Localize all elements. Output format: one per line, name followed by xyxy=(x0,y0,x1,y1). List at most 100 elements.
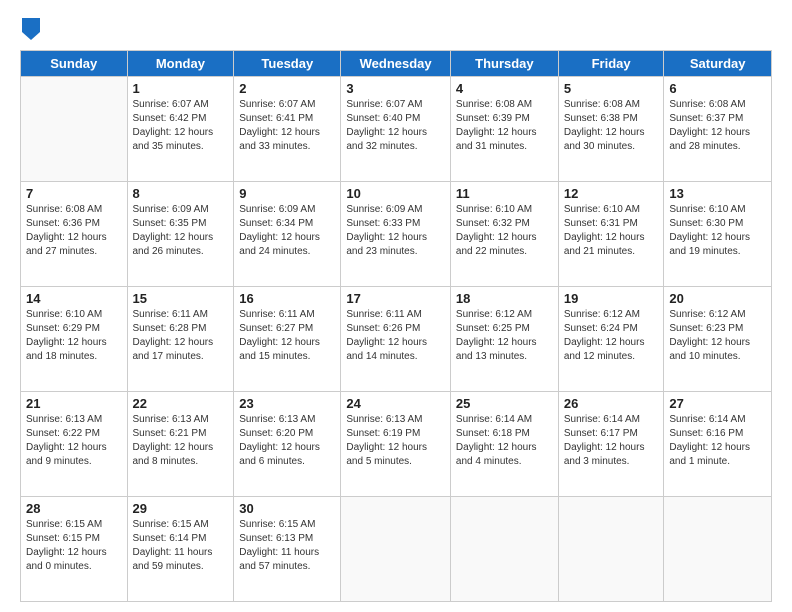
day-number: 18 xyxy=(456,291,553,306)
day-cell: 6 Sunrise: 6:08 AM Sunset: 6:37 PM Daylig… xyxy=(664,77,772,182)
day-info: Sunrise: 6:11 AM Sunset: 6:28 PM Dayligh… xyxy=(133,308,229,364)
day-info: Sunrise: 6:10 AM Sunset: 6:30 PM Dayligh… xyxy=(669,203,766,259)
day-cell: 28 Sunrise: 6:15 AM Sunset: 6:15 PM Dayli… xyxy=(21,497,128,602)
day-number: 10 xyxy=(346,186,445,201)
day-info: Sunrise: 6:08 AM Sunset: 6:36 PM Dayligh… xyxy=(26,203,122,259)
day-cell: 9Sunrise: 6:09 AM Sunset: 6:34 PM Daylig… xyxy=(234,182,341,287)
day-cell: 10 Sunrise: 6:09 AM Sunset: 6:33 PM Dayli… xyxy=(341,182,451,287)
day-info: Sunrise: 6:13 AM Sunset: 6:20 PM Dayligh… xyxy=(239,413,335,469)
day-cell xyxy=(664,497,772,602)
day-number: 1 xyxy=(133,81,229,96)
week-row-1: 1 Sunrise: 6:07 AM Sunset: 6:42 PM Daylig… xyxy=(21,77,772,182)
day-number: 14 xyxy=(26,291,122,306)
week-row-2: 7Sunrise: 6:08 AM Sunset: 6:36 PM Daylig… xyxy=(21,182,772,287)
weekday-header-monday: Monday xyxy=(127,51,234,77)
week-row-3: 14Sunrise: 6:10 AM Sunset: 6:29 PM Dayli… xyxy=(21,287,772,392)
day-number: 27 xyxy=(669,396,766,411)
day-number: 30 xyxy=(239,501,335,516)
logo xyxy=(20,18,40,40)
day-number: 28 xyxy=(26,501,122,516)
day-info: Sunrise: 6:10 AM Sunset: 6:31 PM Dayligh… xyxy=(564,203,659,259)
day-info: Sunrise: 6:13 AM Sunset: 6:19 PM Dayligh… xyxy=(346,413,445,469)
day-cell: 3Sunrise: 6:07 AM Sunset: 6:40 PM Daylig… xyxy=(341,77,451,182)
day-info: Sunrise: 6:13 AM Sunset: 6:22 PM Dayligh… xyxy=(26,413,122,469)
header xyxy=(20,18,772,40)
day-info: Sunrise: 6:08 AM Sunset: 6:37 PM Dayligh… xyxy=(669,98,766,154)
day-number: 8 xyxy=(133,186,229,201)
day-cell: 21 Sunrise: 6:13 AM Sunset: 6:22 PM Dayli… xyxy=(21,392,128,497)
day-cell: 13 Sunrise: 6:10 AM Sunset: 6:30 PM Dayli… xyxy=(664,182,772,287)
day-number: 2 xyxy=(239,81,335,96)
day-info: Sunrise: 6:14 AM Sunset: 6:17 PM Dayligh… xyxy=(564,413,659,469)
day-cell xyxy=(21,77,128,182)
day-cell: 27 Sunrise: 6:14 AM Sunset: 6:16 PM Dayli… xyxy=(664,392,772,497)
week-row-5: 28 Sunrise: 6:15 AM Sunset: 6:15 PM Dayli… xyxy=(21,497,772,602)
day-number: 4 xyxy=(456,81,553,96)
day-number: 5 xyxy=(564,81,659,96)
day-cell: 30 Sunrise: 6:15 AM Sunset: 6:13 PM Dayli… xyxy=(234,497,341,602)
page: SundayMondayTuesdayWednesdayThursdayFrid… xyxy=(0,0,792,612)
day-info: Sunrise: 6:11 AM Sunset: 6:27 PM Dayligh… xyxy=(239,308,335,364)
day-cell: 16 Sunrise: 6:11 AM Sunset: 6:27 PM Dayli… xyxy=(234,287,341,392)
day-info: Sunrise: 6:07 AM Sunset: 6:40 PM Dayligh… xyxy=(346,98,445,154)
logo-icon xyxy=(22,18,40,40)
day-info: Sunrise: 6:14 AM Sunset: 6:16 PM Dayligh… xyxy=(669,413,766,469)
day-number: 23 xyxy=(239,396,335,411)
day-info: Sunrise: 6:15 AM Sunset: 6:14 PM Dayligh… xyxy=(133,518,229,574)
day-cell: 19 Sunrise: 6:12 AM Sunset: 6:24 PM Dayli… xyxy=(558,287,664,392)
day-cell: 5 Sunrise: 6:08 AM Sunset: 6:38 PM Daylig… xyxy=(558,77,664,182)
day-cell: 15 Sunrise: 6:11 AM Sunset: 6:28 PM Dayli… xyxy=(127,287,234,392)
day-number: 11 xyxy=(456,186,553,201)
day-info: Sunrise: 6:15 AM Sunset: 6:15 PM Dayligh… xyxy=(26,518,122,574)
day-cell: 22Sunrise: 6:13 AM Sunset: 6:21 PM Dayli… xyxy=(127,392,234,497)
day-number: 21 xyxy=(26,396,122,411)
day-info: Sunrise: 6:10 AM Sunset: 6:32 PM Dayligh… xyxy=(456,203,553,259)
day-number: 25 xyxy=(456,396,553,411)
day-info: Sunrise: 6:08 AM Sunset: 6:38 PM Dayligh… xyxy=(564,98,659,154)
day-info: Sunrise: 6:09 AM Sunset: 6:34 PM Dayligh… xyxy=(239,203,335,259)
day-cell: 8 Sunrise: 6:09 AM Sunset: 6:35 PM Daylig… xyxy=(127,182,234,287)
day-cell: 7Sunrise: 6:08 AM Sunset: 6:36 PM Daylig… xyxy=(21,182,128,287)
day-number: 13 xyxy=(669,186,766,201)
day-info: Sunrise: 6:14 AM Sunset: 6:18 PM Dayligh… xyxy=(456,413,553,469)
day-info: Sunrise: 6:08 AM Sunset: 6:39 PM Dayligh… xyxy=(456,98,553,154)
day-number: 6 xyxy=(669,81,766,96)
day-cell: 24 Sunrise: 6:13 AM Sunset: 6:19 PM Dayli… xyxy=(341,392,451,497)
day-cell: 23 Sunrise: 6:13 AM Sunset: 6:20 PM Dayli… xyxy=(234,392,341,497)
day-number: 29 xyxy=(133,501,229,516)
day-cell: 14Sunrise: 6:10 AM Sunset: 6:29 PM Dayli… xyxy=(21,287,128,392)
weekday-header-wednesday: Wednesday xyxy=(341,51,451,77)
day-info: Sunrise: 6:11 AM Sunset: 6:26 PM Dayligh… xyxy=(346,308,445,364)
day-info: Sunrise: 6:07 AM Sunset: 6:41 PM Dayligh… xyxy=(239,98,335,154)
calendar-table: SundayMondayTuesdayWednesdayThursdayFrid… xyxy=(20,50,772,602)
day-cell: 25 Sunrise: 6:14 AM Sunset: 6:18 PM Dayli… xyxy=(450,392,558,497)
day-info: Sunrise: 6:09 AM Sunset: 6:33 PM Dayligh… xyxy=(346,203,445,259)
day-number: 19 xyxy=(564,291,659,306)
day-info: Sunrise: 6:09 AM Sunset: 6:35 PM Dayligh… xyxy=(133,203,229,259)
day-cell: 20 Sunrise: 6:12 AM Sunset: 6:23 PM Dayli… xyxy=(664,287,772,392)
day-number: 17 xyxy=(346,291,445,306)
day-cell: 26Sunrise: 6:14 AM Sunset: 6:17 PM Dayli… xyxy=(558,392,664,497)
day-number: 16 xyxy=(239,291,335,306)
day-cell: 17 Sunrise: 6:11 AM Sunset: 6:26 PM Dayli… xyxy=(341,287,451,392)
day-cell: 12 Sunrise: 6:10 AM Sunset: 6:31 PM Dayli… xyxy=(558,182,664,287)
day-info: Sunrise: 6:15 AM Sunset: 6:13 PM Dayligh… xyxy=(239,518,335,574)
day-info: Sunrise: 6:07 AM Sunset: 6:42 PM Dayligh… xyxy=(133,98,229,154)
day-info: Sunrise: 6:12 AM Sunset: 6:24 PM Dayligh… xyxy=(564,308,659,364)
day-info: Sunrise: 6:12 AM Sunset: 6:25 PM Dayligh… xyxy=(456,308,553,364)
weekday-header-sunday: Sunday xyxy=(21,51,128,77)
day-cell: 29 Sunrise: 6:15 AM Sunset: 6:14 PM Dayli… xyxy=(127,497,234,602)
day-info: Sunrise: 6:12 AM Sunset: 6:23 PM Dayligh… xyxy=(669,308,766,364)
day-cell: 11 Sunrise: 6:10 AM Sunset: 6:32 PM Dayli… xyxy=(450,182,558,287)
day-cell: 4 Sunrise: 6:08 AM Sunset: 6:39 PM Daylig… xyxy=(450,77,558,182)
day-number: 15 xyxy=(133,291,229,306)
day-number: 24 xyxy=(346,396,445,411)
day-info: Sunrise: 6:13 AM Sunset: 6:21 PM Dayligh… xyxy=(133,413,229,469)
day-cell: 1 Sunrise: 6:07 AM Sunset: 6:42 PM Daylig… xyxy=(127,77,234,182)
weekday-header-thursday: Thursday xyxy=(450,51,558,77)
day-number: 12 xyxy=(564,186,659,201)
day-cell xyxy=(450,497,558,602)
day-cell: 18 Sunrise: 6:12 AM Sunset: 6:25 PM Dayli… xyxy=(450,287,558,392)
day-number: 20 xyxy=(669,291,766,306)
week-row-4: 21 Sunrise: 6:13 AM Sunset: 6:22 PM Dayli… xyxy=(21,392,772,497)
